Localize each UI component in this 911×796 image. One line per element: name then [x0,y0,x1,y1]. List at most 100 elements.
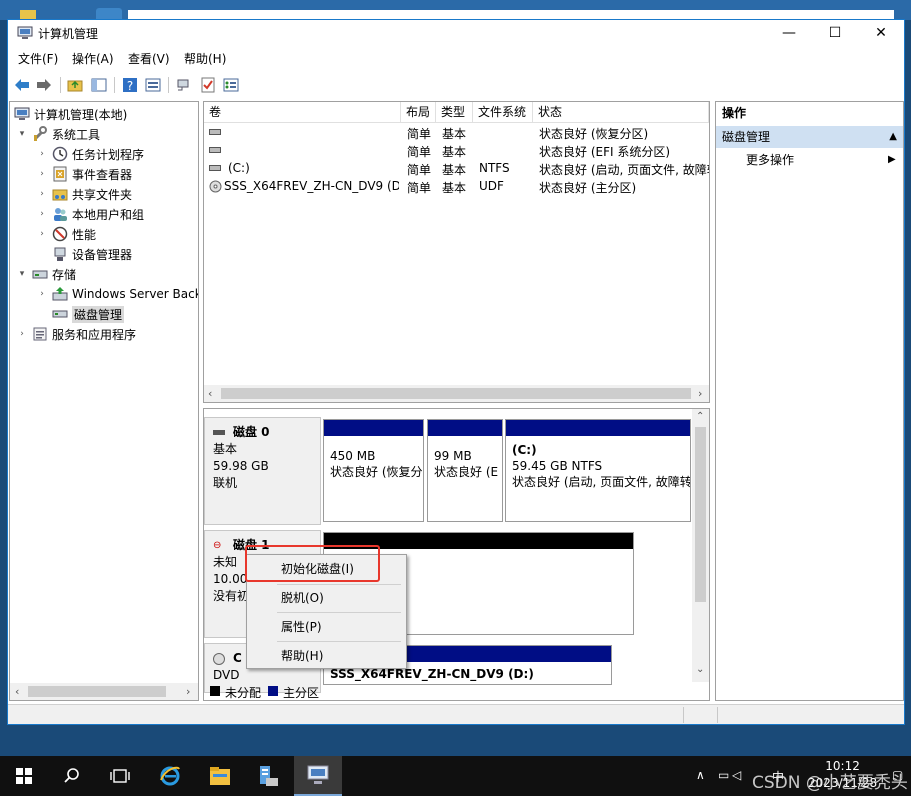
tray-overflow-icon[interactable]: ∧ [696,768,705,782]
expand-chevron-icon[interactable]: › [36,229,48,239]
column-header-layout[interactable]: 布局 [401,102,436,123]
disk-map-vertical-scrollbar[interactable]: ⌃ ⌄ [692,409,709,682]
actions-header: 操作 [722,106,747,120]
cell-type: 基本 [442,145,467,159]
tree-horizontal-scrollbar[interactable]: ‹ › [10,683,198,700]
scroll-left-icon[interactable]: ‹ [15,685,19,698]
windows-logo-icon [16,768,32,784]
scroll-left-icon[interactable]: ‹ [208,387,212,400]
computer-management-icon [17,26,33,39]
file-explorer-icon [210,767,230,785]
close-button[interactable]: ✕ [858,20,904,46]
scrollbar-thumb[interactable] [695,427,706,602]
menu-item-properties[interactable]: 属性(P) [249,615,404,639]
disk-management-icon [52,306,68,322]
expand-chevron-icon[interactable]: › [36,169,48,179]
more-actions[interactable]: 更多操作 [746,150,794,170]
partition-size: 99 MB [434,449,472,463]
taskbar-computer-management[interactable] [294,756,342,796]
volume-list-horizontal-scrollbar[interactable]: ‹ › [204,385,709,402]
menu-item-offline[interactable]: 脱机(O) [249,586,404,610]
tree-item-event-viewer[interactable]: › 事件查看器 [36,164,132,184]
column-header-type[interactable]: 类型 [436,102,473,123]
taskbar-internet-explorer[interactable] [146,756,194,796]
forward-icon[interactable] [34,75,54,95]
tools-icon [32,126,48,142]
partition-c[interactable]: (C:) 59.45 GB NTFS 状态良好 (启动, 页面文件, 故障转 [505,419,691,522]
scroll-right-icon[interactable]: › [186,685,190,698]
collapse-chevron-icon[interactable]: ▾ [16,269,28,279]
volume-icon [209,165,221,171]
title-bar[interactable]: 计算机管理 — ☐ ✕ [8,20,904,46]
table-row[interactable]: SSS_X64FREV_ZH-CN_DV9 (D:) 简单 基本 UDF 状态良… [204,177,709,195]
scrollbar-thumb[interactable] [221,388,691,399]
tree-item-system-tools[interactable]: ▾ 系统工具 [16,124,100,144]
tree-item-windows-backup[interactable]: › Windows Server Back [36,284,198,304]
expand-chevron-icon[interactable]: › [36,209,48,219]
minimize-button[interactable]: — [766,20,812,46]
tree-item-shared-folders[interactable]: › 共享文件夹 [36,184,132,204]
tree-item-performance[interactable]: › 性能 [36,224,96,244]
scroll-right-icon[interactable]: › [698,387,702,400]
expand-chevron-icon[interactable]: › [16,329,28,339]
connect-icon[interactable] [174,75,194,95]
collapse-triangle-icon[interactable]: ▲ [889,126,897,148]
tree-item-local-users[interactable]: › 本地用户和组 [36,204,144,224]
list-view-icon[interactable] [221,75,241,95]
task-view-button[interactable] [96,756,144,796]
volume-icon[interactable]: ◁ [732,768,741,782]
search-button[interactable] [48,756,96,796]
show-hide-tree-icon[interactable] [89,75,109,95]
network-icon[interactable]: ▭ [718,768,729,782]
back-icon[interactable] [12,75,32,95]
menu-item-help[interactable]: 帮助(H) [249,644,404,668]
taskbar-file-explorer[interactable] [196,756,244,796]
cell-type: 基本 [442,127,467,141]
actions-section-disk-management[interactable]: 磁盘管理 ▲ [716,126,903,148]
tree-item-root[interactable]: 计算机管理(本地) [14,104,127,124]
scrollbar-thumb[interactable] [28,686,166,697]
volume-icon [209,147,221,153]
disk-0-label[interactable]: 磁盘 0 基本 59.98 GB 联机 [204,417,321,525]
collapse-chevron-icon[interactable]: ▾ [16,129,28,139]
menu-action[interactable]: 操作(A) [72,50,114,67]
start-button[interactable] [0,756,48,796]
table-row[interactable]: 简单 基本 状态良好 (EFI 系统分区) [204,141,709,159]
status-bar [8,704,904,724]
partition-recovery[interactable]: 450 MB 状态良好 (恢复分 [323,419,424,522]
cell-type: 基本 [442,181,467,195]
actions-pane: 操作 磁盘管理 ▲ 更多操作 ▶ [715,101,904,701]
column-header-filesystem[interactable]: 文件系统 [473,102,533,123]
toolbar: ? [8,71,904,99]
tree-item-services[interactable]: › 服务和应用程序 [16,324,136,344]
tree-item-storage[interactable]: ▾ 存储 [16,264,76,284]
partition-efi[interactable]: 99 MB 状态良好 (E [427,419,503,522]
help-icon[interactable]: ? [120,75,140,95]
maximize-button[interactable]: ☐ [812,20,858,46]
menu-view[interactable]: 查看(V) [128,50,170,67]
column-header-volume[interactable]: 卷 [204,102,401,123]
storage-icon [32,266,48,282]
table-row[interactable]: 简单 基本 状态良好 (恢复分区) [204,123,709,141]
taskbar-server-manager[interactable] [244,756,292,796]
shared-folder-icon [52,186,68,202]
column-header-status[interactable]: 状态 [533,102,709,123]
expand-chevron-icon[interactable]: › [36,289,48,299]
scroll-up-icon[interactable]: ⌃ [696,411,704,422]
table-row[interactable]: (C:) 简单 基本 NTFS 状态良好 (启动, 页面文件, 故障转 [204,159,709,177]
expand-chevron-icon[interactable]: › [36,189,48,199]
tree-item-task-scheduler[interactable]: › 任务计划程序 [36,144,144,164]
tree-label: 服务和应用程序 [52,327,137,342]
expand-chevron-icon[interactable]: › [36,149,48,159]
task-view-icon [110,769,130,783]
properties-icon[interactable] [143,75,163,95]
checklist-icon[interactable] [198,75,218,95]
menu-help[interactable]: 帮助(H) [184,50,226,67]
tree-item-device-manager[interactable]: 设备管理器 [52,244,132,264]
up-folder-icon[interactable] [65,75,85,95]
internet-explorer-icon [160,766,180,786]
scroll-down-icon[interactable]: ⌄ [696,664,704,675]
submenu-arrow-icon[interactable]: ▶ [888,150,896,170]
menu-file[interactable]: 文件(F) [18,50,58,67]
tree-item-disk-management[interactable]: 磁盘管理 [52,304,125,324]
